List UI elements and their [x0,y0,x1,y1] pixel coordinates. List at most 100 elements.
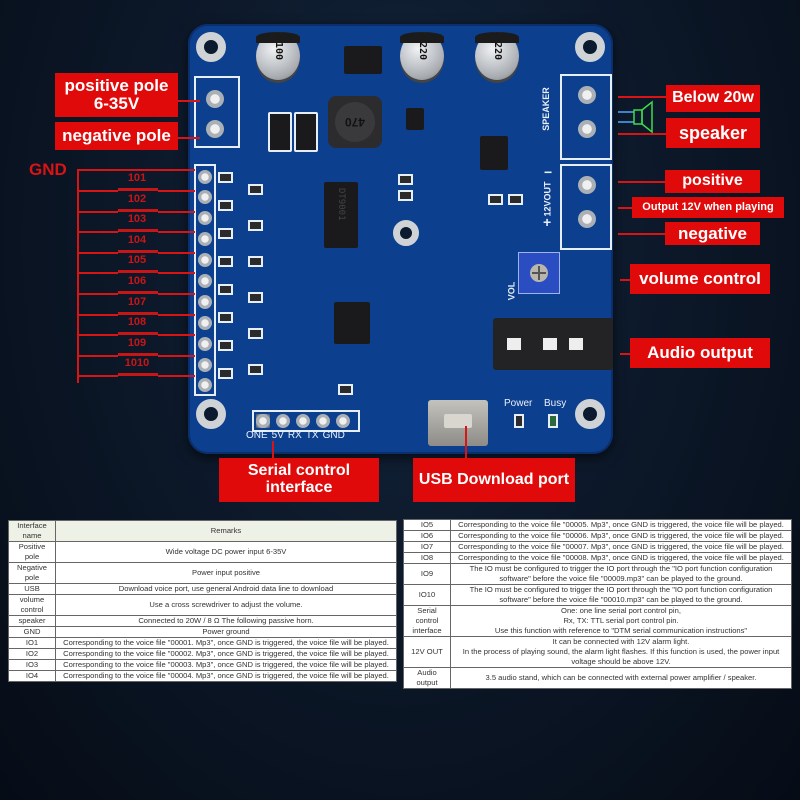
interface-table-left: Interface name Remarks Positive pole Wide… [8,520,397,682]
io-switch-label: 105 [127,254,147,267]
12vout-pin-negative[interactable] [578,210,596,228]
smd-component [248,364,263,375]
capacitor-value: 220 [417,41,428,61]
table-row: IO1 Corresponding to the voice file "0000… [8,637,397,649]
callout-below-20w: Below 20w [666,85,760,112]
interface-name-cell: IO8 [403,552,451,564]
io-pin[interactable] [198,211,212,225]
callout-text: Serial control [247,462,351,480]
capacitor-100uf: 100 [256,32,300,80]
serial-pin-label: RX [287,430,302,441]
callout-line [618,96,666,98]
table-row: Serial control interface One: one line se… [403,605,792,637]
io-switch-wire [158,190,195,192]
interface-name-cell: Negative pole [8,562,56,584]
callout-negative: negative [665,222,760,245]
capacitor-220uf: 220 [400,32,444,80]
speaker-pin[interactable] [578,86,596,104]
smd-component [488,194,503,205]
serial-pin-label: 5V [271,430,284,441]
interface-name-cell: IO7 [403,541,451,553]
io-switch-label: 104 [127,233,147,246]
io-switch-wire [77,334,118,337]
callout-text: USB Download port [418,470,570,488]
table-row: IO8 Corresponding to the voice file "0000… [403,552,792,564]
io-pin[interactable] [198,190,212,204]
smd-component [218,172,233,183]
callout-positive: positive [665,170,760,193]
speaker-pin[interactable] [578,120,596,138]
serial-pin-5v[interactable] [276,414,290,428]
smd-component [398,174,413,185]
serial-pin-gnd[interactable] [336,414,350,428]
io-pin[interactable] [198,274,212,288]
remarks-cell: One: one line serial port control pin, Rx… [450,605,792,637]
ic-chip [480,136,508,170]
io-pin[interactable] [198,358,212,372]
smd-component [218,200,233,211]
serial-pin-label: GND [322,430,345,441]
callout-line [618,181,665,183]
table-row: IO5 Corresponding to the voice file "0000… [403,519,792,531]
speaker-silkscreen: SPEAKER [540,87,551,131]
smd-component [218,228,233,239]
12vout-pin-positive[interactable] [578,176,596,194]
io-pin[interactable] [198,337,212,351]
io-switch-symbol [118,270,158,274]
table-row: IO3 Corresponding to the voice file "0000… [8,659,397,671]
header-interface-name: Interface name [8,520,56,542]
terminal-pin-negative[interactable] [206,120,224,138]
usb-port[interactable] [428,400,488,446]
callout-line [272,441,274,458]
smd-component [218,368,233,379]
io-pin[interactable] [198,378,212,392]
io-switch-wire [77,354,118,357]
volume-potentiometer[interactable] [518,252,560,294]
remarks-cell: Corresponding to the voice file "00008. … [450,552,792,564]
diode [268,112,292,152]
audio-jack[interactable] [493,318,613,370]
gnd-bus [77,169,79,383]
table-row: GND Power ground [8,626,397,638]
io-pin[interactable] [198,232,212,246]
terminal-pin-positive[interactable] [206,90,224,108]
capacitor-220uf: 220 [475,32,519,80]
io-pin[interactable] [198,295,212,309]
busy-led [548,414,558,428]
io-pin[interactable] [198,316,212,330]
serial-pin-tx[interactable] [316,414,330,428]
callout-line [620,353,630,355]
table-header-row: Interface name Remarks [8,520,397,542]
main-chip-label: DT9001 [336,188,346,221]
serial-pin-rx[interactable] [296,414,310,428]
serial-pin-one[interactable] [256,414,270,428]
table-row: IO6 Corresponding to the voice file "0000… [403,530,792,542]
interface-name-cell: GND [8,626,56,638]
table-row: IO10 The IO must be configured to trigger… [403,584,792,606]
callout-audio-output: Audio output [630,338,770,368]
mounting-hole [575,32,605,62]
callout-line [618,233,665,235]
io-pin[interactable] [198,253,212,267]
power-led [514,414,524,428]
callout-line [178,137,200,139]
callout-speaker: speaker [666,118,760,148]
gnd-label: GND [29,160,67,179]
capacitor-value: 220 [492,41,503,61]
potentiometer-screw[interactable] [530,264,548,282]
io-switch-wire [77,190,118,192]
callout-text: negative pole [62,126,171,146]
io-switch-wire [77,375,118,378]
remarks-cell: 3.5 audio stand, which can be connected … [450,667,792,689]
minus-silkscreen: − [544,164,553,180]
io-switch-symbol [118,291,158,294]
table-row: IO7 Corresponding to the voice file "0000… [403,541,792,553]
io-switch-label: 108 [127,316,147,329]
smd-component [508,194,523,205]
remarks-cell: Corresponding to the voice file "00002. … [55,648,397,660]
callout-text: positive pole [64,76,169,96]
main-chip: DT9001 [324,182,358,248]
io-switch-wire [77,313,118,316]
io-pin[interactable] [198,170,212,184]
callout-line [465,426,467,458]
